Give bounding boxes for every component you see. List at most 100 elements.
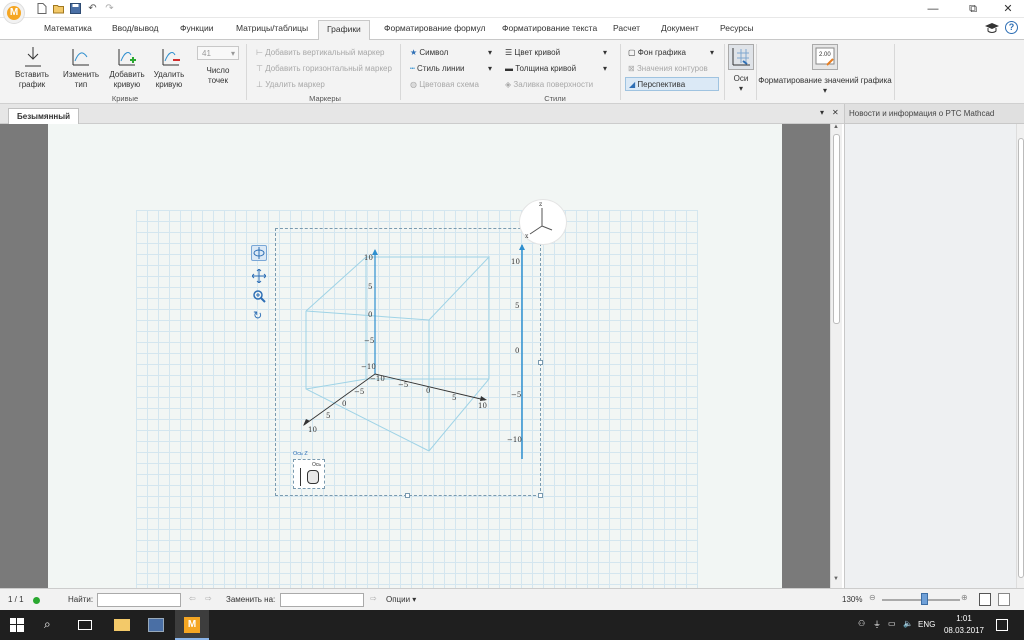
function-placeholder[interactable]	[307, 470, 319, 484]
y-tick-label: 0	[342, 400, 347, 408]
zoom-out-icon[interactable]: ⊖	[869, 593, 876, 602]
tab-calculation[interactable]: Расчет	[613, 23, 640, 33]
delete-marker-button[interactable]: ⊥ Удалить маркер	[256, 80, 325, 90]
insert-plot-button[interactable]: Вставить график	[10, 70, 54, 90]
color-scheme-dropdown[interactable]: ◍ Цветовая схема	[410, 80, 479, 90]
tab-resources[interactable]: Ресурсы	[720, 23, 754, 33]
panel-scrollbar[interactable]	[1016, 124, 1024, 588]
app-logo[interactable]: M	[3, 2, 25, 24]
add-vertical-marker-button[interactable]: ⊢ Добавить вертикальный маркер	[256, 48, 385, 58]
z-axis-label: Ось Z	[293, 451, 308, 457]
file-explorer-icon[interactable]	[114, 619, 130, 631]
document-tab[interactable]: Безымянный	[8, 108, 80, 124]
star-icon: ★	[410, 48, 420, 57]
add-horizontal-marker-button[interactable]: ⊤ Добавить горизонтальный маркер	[256, 64, 392, 74]
mathcad-taskbar-button[interactable]: M	[175, 610, 209, 640]
news-panel-title: Новости и информация о PTC Mathcad	[849, 109, 995, 118]
palette-icon: ◍	[410, 80, 420, 89]
scroll-down-icon[interactable]: ▼	[833, 576, 839, 582]
tab-format-text[interactable]: Форматирование текста	[502, 23, 597, 33]
find-input[interactable]	[97, 593, 181, 607]
group-label-curves: Кривые	[111, 94, 139, 103]
tab-matrices[interactable]: Матрицы/таблицы	[236, 23, 308, 33]
y-tick-label: 10	[308, 426, 317, 434]
replace-input[interactable]	[280, 593, 364, 607]
tab-math[interactable]: Математика	[44, 23, 92, 33]
y-tick-label: −5	[354, 388, 365, 396]
curve-color-icon: ☰	[505, 48, 515, 57]
scroll-up-icon[interactable]: ▲	[833, 124, 839, 130]
tab-list-icon[interactable]: ▾	[820, 108, 824, 117]
add-curve-button[interactable]: Добавить кривую	[104, 70, 150, 90]
tab-close-icon[interactable]: ✕	[832, 108, 839, 117]
format-values-button[interactable]: Форматирование значений графика ▾	[758, 76, 892, 96]
windows-start-icon[interactable]	[10, 618, 24, 632]
find-next-icon[interactable]: ⇨	[205, 594, 212, 603]
document-tabs: Безымянный ▾ ✕	[0, 104, 844, 124]
axes-button[interactable]: Оси ▾	[728, 74, 754, 94]
network-icon[interactable]: ▭	[888, 619, 896, 628]
save-icon[interactable]	[70, 3, 81, 14]
draft-view-icon[interactable]	[998, 593, 1010, 606]
ribbon-separator	[400, 44, 401, 100]
save-app-icon[interactable]	[148, 618, 164, 632]
change-type-button[interactable]: Изменить тип	[58, 70, 104, 90]
task-view-icon[interactable]	[78, 620, 92, 630]
open-folder-icon[interactable]	[53, 3, 64, 14]
page-view-icon[interactable]	[979, 593, 991, 606]
help-icon[interactable]: ?	[1005, 21, 1018, 34]
find-prev-icon[interactable]: ⇦	[189, 594, 196, 603]
replace-icon[interactable]: ⇨	[370, 594, 377, 603]
undo-icon[interactable]: ↶	[87, 3, 98, 14]
usb-icon[interactable]: ⏚	[873, 619, 881, 630]
options-dropdown[interactable]: Опции ▾	[386, 595, 416, 604]
notification-icon[interactable]	[996, 619, 1008, 631]
vertical-marker-icon: ⊢	[256, 48, 266, 57]
people-icon[interactable]: ⚇	[858, 619, 865, 628]
search-icon[interactable]: ⌕	[44, 617, 51, 632]
taskbar: ⌕ M ⚇ ⏚ ▭ 🔈 ENG 1:01 08.03.2017	[0, 610, 1024, 640]
volume-icon[interactable]: 🔈	[903, 619, 913, 628]
worksheet-page[interactable]: ↻ z x 10 5 0 −5 −10 −10 −5 0 5 10 10 5 0…	[48, 124, 782, 588]
side-tick-label: −10	[507, 436, 522, 444]
close-button[interactable]: ✕	[985, 0, 1024, 18]
contour-values-button[interactable]: ⊠ Значения контуров	[628, 64, 708, 74]
find-label: Найти:	[68, 595, 94, 604]
insert-plot-icon	[25, 47, 41, 67]
symbol-dropdown[interactable]: ★ Символ ▾	[410, 48, 492, 58]
points-count-field[interactable]: 41 ▾	[197, 46, 239, 60]
clock-time[interactable]: 1:01	[942, 614, 986, 623]
ribbon-separator	[894, 44, 895, 100]
delete-curve-button[interactable]: Удалить кривую	[146, 70, 192, 90]
x-tick-label: 10	[478, 402, 487, 410]
plot-background-dropdown[interactable]: ▢ Фон графика ▾	[628, 48, 714, 58]
graduation-cap-icon[interactable]	[984, 20, 1000, 36]
z-tick-label: 10	[364, 254, 373, 262]
format-values-icon: 2.00	[812, 44, 838, 70]
zoom-slider-thumb[interactable]	[921, 593, 928, 605]
perspective-toggle[interactable]: ◢ Перспектива	[625, 77, 719, 91]
vertical-scrollbar[interactable]: ▲ ▼	[830, 124, 842, 588]
clock-date[interactable]: 08.03.2017	[942, 626, 986, 635]
new-document-icon[interactable]	[36, 3, 47, 14]
tab-format-math[interactable]: Форматирование формул	[384, 23, 486, 33]
tab-document[interactable]: Документ	[661, 23, 699, 33]
tab-io[interactable]: Ввод/вывод	[112, 23, 159, 33]
z-axis-placeholder[interactable]: Ось Z Ось	[293, 451, 325, 489]
line-style-dropdown[interactable]: ┅ Стиль линии ▾	[410, 64, 492, 74]
tab-plots[interactable]: Графики	[318, 20, 370, 41]
surface-fill-dropdown[interactable]: ◈ Заливка поверхности	[505, 80, 593, 90]
x-tick-label: −5	[398, 381, 409, 389]
y-tick-label: 5	[326, 412, 331, 420]
tab-functions[interactable]: Функции	[180, 23, 214, 33]
curve-color-dropdown[interactable]: ☰ Цвет кривой ▾	[505, 48, 607, 58]
zoom-in-icon[interactable]: ⊕	[961, 593, 968, 602]
ribbon: Вставить график Изменить тип Добавить криву…	[0, 40, 1024, 104]
panel-scrollbar-thumb[interactable]	[1018, 138, 1024, 578]
curve-thickness-dropdown[interactable]: ▬ Толщина кривой ▾	[505, 64, 607, 74]
redo-icon: ↷	[105, 3, 114, 14]
scrollbar-thumb[interactable]	[833, 134, 840, 324]
ribbon-separator	[246, 44, 247, 100]
z-tick-label: −10	[361, 363, 376, 371]
language-indicator[interactable]: ENG	[918, 620, 935, 629]
